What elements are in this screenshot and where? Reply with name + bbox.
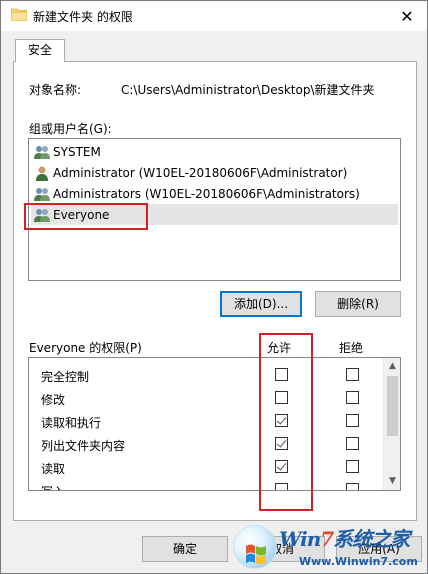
permissions-header: Everyone 的权限(P) <box>29 341 142 355</box>
list-item-label: Administrators (W10EL-20180606F\Administ… <box>53 186 360 201</box>
list-item-administrators[interactable]: Administrators (W10EL-20180606F\Administ… <box>31 183 398 204</box>
scroll-down-icon[interactable]: ▼ <box>384 473 400 490</box>
title-bar: 新建文件夹 的权限 ✕ <box>1 1 427 31</box>
list-item-label: SYSTEM <box>53 144 101 159</box>
watermark-brand-seven: 7 <box>320 527 334 551</box>
watermark-brand-win: Win <box>279 527 321 551</box>
window-title: 新建文件夹 的权限 <box>33 10 133 24</box>
scroll-thumb[interactable] <box>387 376 398 436</box>
allow-checkbox[interactable] <box>275 483 288 490</box>
perm-name: 写入 <box>41 483 65 490</box>
group-users-icon <box>34 187 50 201</box>
list-item-label: Everyone <box>53 207 110 222</box>
watermark-brand: Win7系统之家 <box>279 523 410 552</box>
watermark-brand-name: 系统之家 <box>333 527 410 551</box>
list-item-system[interactable]: SYSTEM <box>31 141 398 162</box>
deny-checkbox[interactable] <box>346 391 359 404</box>
user-icon <box>36 166 48 181</box>
deny-column-header: 拒绝 <box>339 341 364 355</box>
tab-security[interactable]: 安全 <box>15 39 65 62</box>
perm-row-read-execute: 读取和执行 <box>29 410 384 433</box>
groups-users-list[interactable]: SYSTEM Administrator (W10EL-20180606F\Ad… <box>28 138 401 281</box>
deny-checkbox[interactable] <box>346 437 359 450</box>
perm-row-read: 读取 <box>29 456 384 479</box>
list-item-administrator[interactable]: Administrator (W10EL-20180606F\Administr… <box>31 162 398 183</box>
list-item-everyone[interactable]: Everyone <box>31 204 398 225</box>
windows-flag-icon <box>246 544 266 564</box>
group-users-icon <box>34 208 50 222</box>
perm-row-write: 写入 <box>29 479 384 490</box>
deny-checkbox[interactable] <box>346 460 359 473</box>
object-name-value: C:\Users\Administrator\Desktop\新建文件夹 <box>121 83 375 97</box>
ok-button[interactable]: 确定 <box>142 536 228 562</box>
close-icon: ✕ <box>400 6 414 26</box>
deny-checkbox[interactable] <box>346 414 359 427</box>
list-item-label: Administrator (W10EL-20180606F\Administr… <box>53 165 348 180</box>
allow-checkbox[interactable] <box>275 414 288 427</box>
group-users-icon <box>34 145 50 159</box>
deny-checkbox[interactable] <box>346 368 359 381</box>
close-button[interactable]: ✕ <box>387 1 427 31</box>
perm-name: 读取和执行 <box>41 416 102 430</box>
watermark-url: Www.Winwin7.com <box>299 555 418 568</box>
permissions-dialog: 新建文件夹 的权限 ✕ 安全 对象名称: C:\Users\Administra… <box>0 0 428 574</box>
watermark-logo <box>233 525 277 569</box>
permissions-list: 完全控制 修改 读取和执行 列出文件夹内容 读取 写入 <box>28 357 401 491</box>
allow-checkbox[interactable] <box>275 460 288 473</box>
allow-column-header: 允许 <box>267 341 292 355</box>
deny-checkbox[interactable] <box>346 483 359 490</box>
perm-row-modify: 修改 <box>29 387 384 410</box>
watermark: Win7系统之家 Www.Winwin7.com <box>233 519 428 574</box>
perm-row-full-control: 完全控制 <box>29 364 384 387</box>
perm-name: 读取 <box>41 462 66 476</box>
folder-icon <box>11 8 27 21</box>
permissions-scrollbar[interactable]: ▲ ▼ <box>383 358 400 490</box>
groups-users-label: 组或用户名(G): <box>29 122 112 136</box>
allow-checkbox[interactable] <box>275 391 288 404</box>
perm-name: 完全控制 <box>41 370 90 384</box>
allow-checkbox[interactable] <box>275 437 288 450</box>
object-name-label: 对象名称: <box>29 83 82 97</box>
remove-button[interactable]: 删除(R) <box>315 291 401 317</box>
scroll-up-icon[interactable]: ▲ <box>384 358 400 375</box>
allow-checkbox[interactable] <box>275 368 288 381</box>
add-button[interactable]: 添加(D)... <box>220 291 302 317</box>
perm-row-list-folder: 列出文件夹内容 <box>29 433 384 456</box>
perm-name: 修改 <box>41 393 66 407</box>
perm-name: 列出文件夹内容 <box>41 439 126 453</box>
